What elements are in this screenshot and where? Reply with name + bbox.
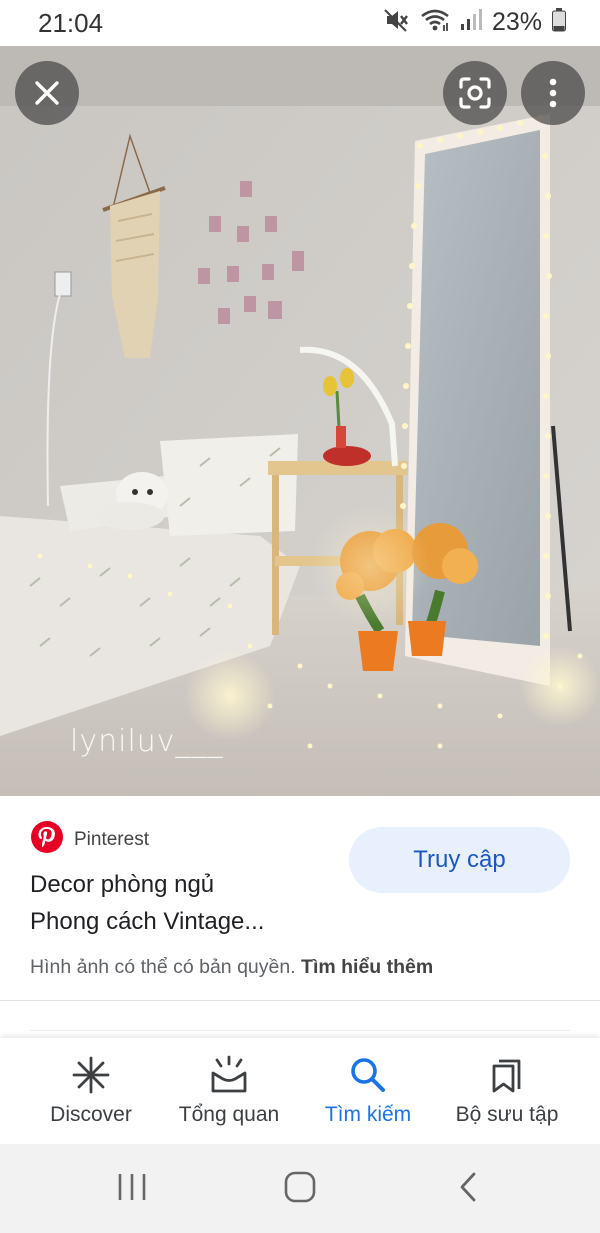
result-title-line-1: Decor phòng ngủ	[30, 871, 215, 898]
lens-button[interactable]	[443, 61, 507, 125]
nav-collections[interactable]: Bộ sưu tập	[432, 1038, 582, 1144]
learn-more-link[interactable]: Tìm hiểu thêm	[301, 956, 433, 978]
mute-icon	[384, 8, 410, 37]
visit-button[interactable]: Truy cập	[349, 827, 570, 893]
system-navigation-bar	[0, 1144, 600, 1233]
more-options-button[interactable]	[521, 61, 585, 125]
divider	[0, 1000, 600, 1001]
nav-discover[interactable]: Discover	[16, 1038, 166, 1144]
copyright-notice: Hình ảnh có thể có bản quyền. Tìm hiểu t…	[30, 956, 433, 979]
result-title-line-2: Phong cách Vintage...	[30, 908, 265, 935]
pinterest-logo-icon	[30, 820, 64, 859]
copyright-text: Hình ảnh có thể có bản quyền.	[30, 956, 296, 978]
collections-icon	[487, 1055, 527, 1100]
close-icon	[35, 81, 59, 105]
status-icons: 23%	[384, 8, 566, 37]
result-title[interactable]: Decor phòng ngủ Phong cách Vintage...	[30, 866, 330, 940]
search-icon	[348, 1055, 388, 1100]
result-image[interactable]: lyniluv___	[0, 46, 600, 796]
nav-discover-label: Discover	[50, 1103, 132, 1126]
nav-search[interactable]: Tìm kiếm	[293, 1038, 443, 1144]
close-button[interactable]	[15, 61, 79, 125]
nav-updates[interactable]: Tổng quan	[154, 1038, 304, 1144]
result-info-panel: Pinterest Decor phòng ngủ Phong cách Vin…	[0, 796, 600, 1002]
nav-updates-label: Tổng quan	[178, 1103, 280, 1126]
bottom-navigation: Discover Tổng quan Tìm kiếm Bộ sưu tập	[0, 1038, 600, 1144]
nav-search-label: Tìm kiếm	[324, 1103, 412, 1126]
back-icon[interactable]	[456, 1166, 480, 1213]
home-icon[interactable]	[283, 1166, 317, 1213]
asterisk-icon	[71, 1055, 111, 1100]
source-row[interactable]: Pinterest	[30, 820, 149, 859]
battery-percent: 23%	[491, 8, 542, 36]
wifi-icon	[420, 8, 450, 37]
more-vert-icon	[549, 78, 557, 108]
recent-apps-icon[interactable]	[117, 1166, 147, 1213]
updates-icon	[209, 1055, 249, 1100]
source-name: Pinterest	[74, 828, 149, 850]
status-time: 21:04	[38, 8, 104, 38]
lens-icon	[459, 77, 491, 109]
battery-icon	[552, 8, 566, 37]
nav-collections-label: Bộ sưu tập	[455, 1103, 559, 1126]
next-result-peek	[30, 1030, 570, 1037]
status-bar: 21:04 23%	[0, 0, 600, 46]
signal-icon	[460, 8, 482, 37]
image-watermark: lyniluv___	[70, 724, 224, 759]
